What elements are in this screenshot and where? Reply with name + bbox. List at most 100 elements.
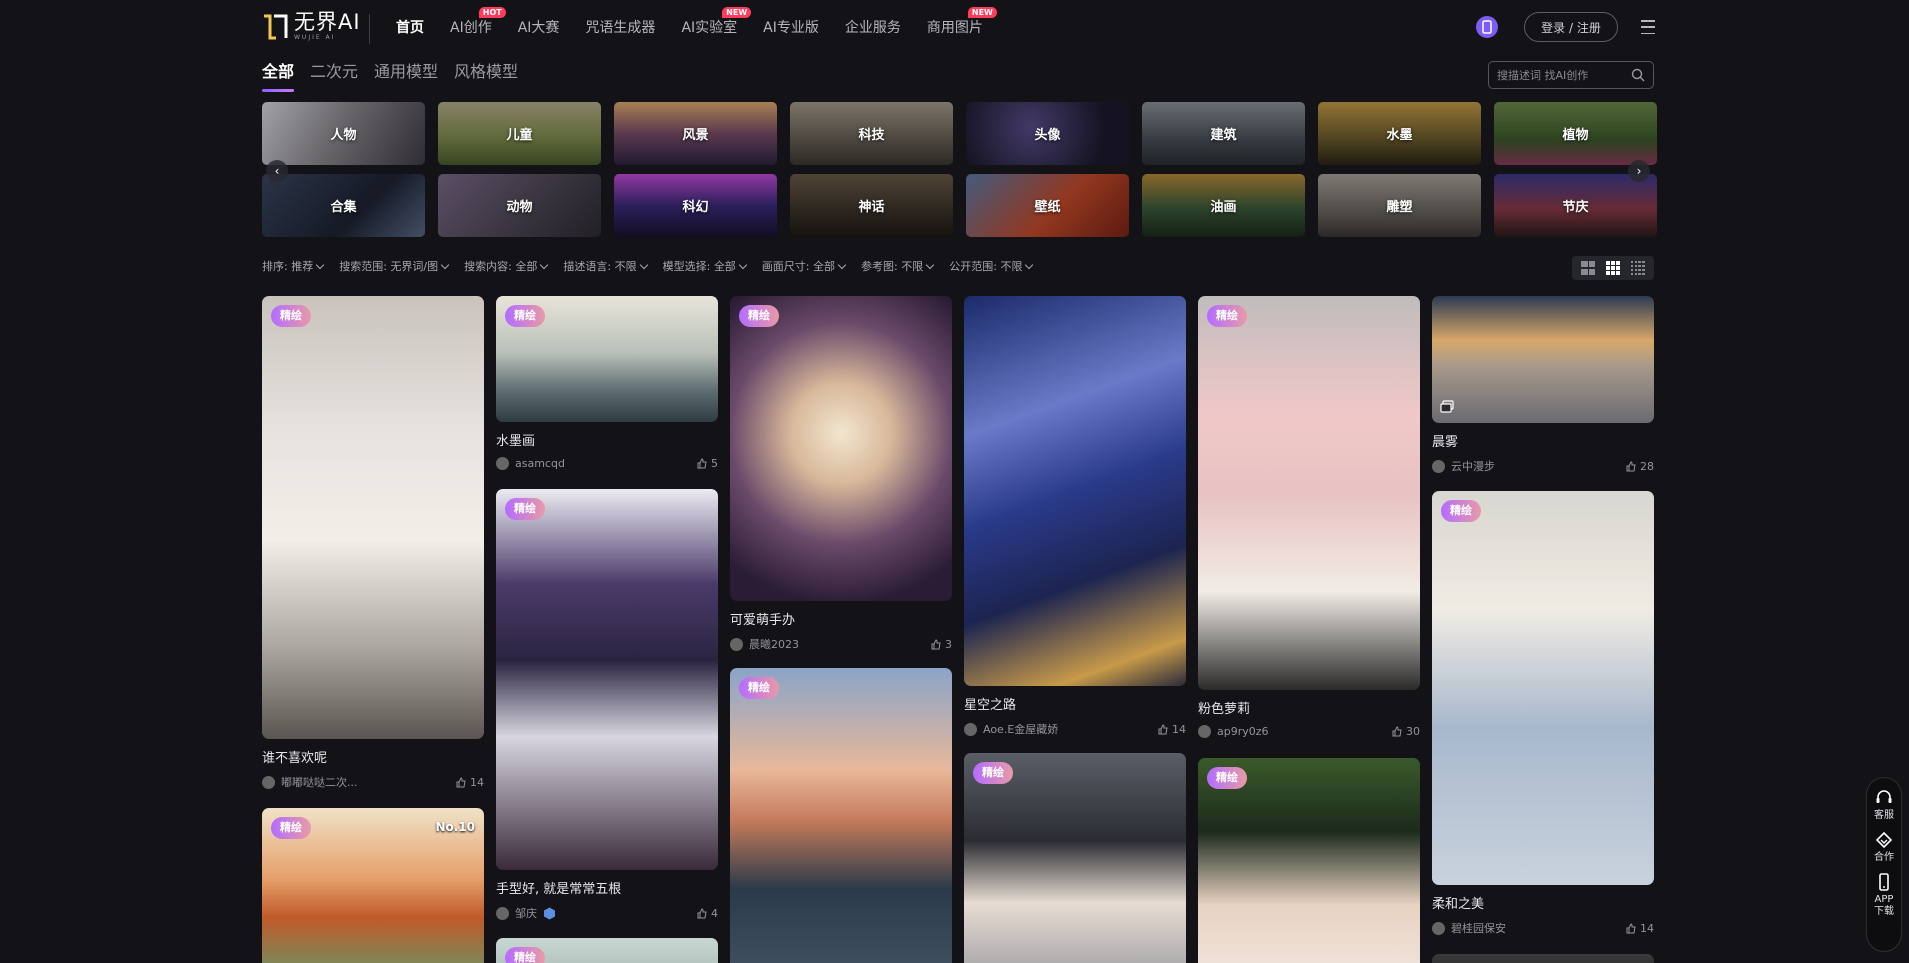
card-image[interactable]: 精绘 (496, 296, 718, 422)
like-icon[interactable] (1392, 726, 1402, 737)
theme-tile[interactable]: 水墨 (1318, 102, 1481, 165)
avatar[interactable] (496, 457, 509, 470)
tab-style-model[interactable]: 风格模型 (454, 58, 518, 92)
like-icon[interactable] (697, 907, 707, 919)
mobile-app-button[interactable] (1476, 16, 1498, 38)
card-image[interactable]: 精绘 (1198, 296, 1420, 690)
card-image[interactable] (964, 296, 1186, 686)
like-icon[interactable] (1158, 723, 1168, 735)
image-card[interactable]: 精绘 粉色萝莉 ap9ry0z6 30 (1198, 296, 1420, 738)
author-name[interactable]: 晨曦2023 (749, 636, 799, 652)
view-medium-grid-icon[interactable] (1605, 261, 1620, 275)
tiles-next-arrow[interactable]: › (1628, 160, 1650, 182)
card-title[interactable]: 柔和之美 (1432, 893, 1654, 912)
avatar[interactable] (964, 722, 977, 736)
card-title[interactable]: 可爱萌手办 (730, 609, 952, 628)
theme-tile[interactable]: 植物 (1494, 102, 1657, 165)
like-icon[interactable] (931, 638, 941, 650)
tiles-prev-arrow[interactable]: ‹ (266, 160, 288, 182)
image-card[interactable]: 晨雾 云中漫步 28 (1432, 296, 1654, 474)
avatar[interactable] (1432, 459, 1445, 473)
theme-tile[interactable]: 节庆 (1494, 174, 1657, 237)
card-image[interactable] (1432, 954, 1654, 963)
like-icon[interactable] (1626, 460, 1636, 472)
customer-service-button[interactable]: 客服 (1874, 788, 1894, 822)
author-name[interactable]: asamcqd (515, 457, 565, 470)
image-card[interactable]: 精绘 水墨画 asamcqd 5 (496, 296, 718, 470)
card-title[interactable]: 星空之路 (964, 694, 1186, 713)
author-name[interactable]: 嘟嘟哒哒二次... (281, 774, 358, 790)
card-title[interactable]: 晨雾 (1432, 431, 1654, 450)
card-image[interactable]: 精绘 (496, 489, 718, 870)
like-icon[interactable] (456, 776, 466, 788)
nav-item-prompt-generator[interactable]: 咒语生成器 (585, 17, 655, 37)
logo[interactable]: 无界AI WUJIE AI (262, 12, 367, 44)
nav-item-ai-pro[interactable]: AI专业版 (763, 17, 819, 37)
image-card[interactable] (1432, 954, 1654, 963)
theme-tile[interactable]: 合集 (262, 174, 425, 237)
author-name[interactable]: 邹庆 (515, 905, 537, 921)
card-image[interactable]: 精绘 (730, 296, 952, 601)
like-icon[interactable] (697, 458, 707, 469)
theme-tile[interactable]: 建筑 (1142, 102, 1305, 165)
image-card[interactable]: 精绘 可爱萌手办 晨曦2023 3 (730, 296, 952, 652)
search-input[interactable] (1497, 68, 1627, 82)
image-card[interactable]: 精绘 手型好, 就是常常五根 邹庆 4 (496, 489, 718, 921)
card-image[interactable]: 精绘 (964, 753, 1186, 963)
image-card[interactable]: 精绘 谁不喜欢呢 嘟嘟哒哒二次... 14 (262, 296, 484, 790)
card-image[interactable]: 精绘 No.10 (262, 808, 484, 963)
theme-tile[interactable]: 壁纸 (966, 174, 1129, 237)
card-title[interactable]: 粉色萝莉 (1198, 698, 1420, 717)
avatar[interactable] (730, 637, 743, 651)
nav-item-ai-create[interactable]: AI创作 HOT (450, 7, 506, 37)
theme-tile[interactable]: 油画 (1142, 174, 1305, 237)
theme-tile[interactable]: 神话 (790, 174, 953, 237)
image-card[interactable]: 精绘 (1198, 758, 1420, 963)
filter-sort[interactable]: 排序: 推荐 (262, 258, 325, 274)
view-large-grid-icon[interactable] (1581, 261, 1596, 275)
tab-anime[interactable]: 二次元 (310, 58, 358, 92)
card-title[interactable]: 水墨画 (496, 430, 718, 449)
theme-tile[interactable]: 头像 (966, 102, 1129, 165)
like-icon[interactable] (1626, 922, 1636, 934)
nav-item-commercial-images[interactable]: 商用图片 NEW (927, 7, 997, 37)
theme-tile[interactable]: 科技 (790, 102, 953, 165)
card-image[interactable]: 精绘 (730, 668, 952, 963)
filter-search-content[interactable]: 搜索内容: 全部 (464, 258, 549, 274)
nav-item-enterprise[interactable]: 企业服务 (845, 17, 901, 37)
filter-reference[interactable]: 参考图: 不限 (861, 258, 935, 274)
theme-tile[interactable]: 科幻 (614, 174, 777, 237)
tab-all[interactable]: 全部 (262, 58, 295, 92)
image-card[interactable]: 星空之路 Aoe.E金屋藏娇 14 (964, 296, 1186, 737)
view-small-grid-icon[interactable] (1630, 261, 1645, 275)
avatar[interactable] (1198, 725, 1211, 738)
tab-general-model[interactable]: 通用模型 (374, 58, 438, 92)
theme-tile[interactable]: 风景 (614, 102, 777, 165)
card-image[interactable]: 精绘 (1432, 491, 1654, 885)
image-card[interactable]: 精绘 (964, 753, 1186, 963)
author-name[interactable]: ap9ry0z6 (1217, 725, 1269, 738)
nav-item-ai-contest[interactable]: AI大赛 (518, 17, 560, 37)
filter-model[interactable]: 模型选择: 全部 (663, 258, 748, 274)
theme-tile[interactable]: 雕塑 (1318, 174, 1481, 237)
theme-tile[interactable]: 儿童 (438, 102, 601, 165)
filter-size[interactable]: 画面尺寸: 全部 (762, 258, 847, 274)
app-download-button[interactable]: APP 下载 (1874, 872, 1894, 918)
card-title[interactable]: 谁不喜欢呢 (262, 747, 484, 766)
image-card[interactable]: 精绘 (730, 668, 952, 963)
avatar[interactable] (262, 775, 275, 789)
filter-language[interactable]: 描述语言: 不限 (563, 258, 648, 274)
author-name[interactable]: Aoe.E金屋藏娇 (983, 721, 1058, 737)
filter-visibility[interactable]: 公开范围: 不限 (949, 258, 1034, 274)
card-image[interactable]: 精绘 (1198, 758, 1420, 963)
login-register-button[interactable]: 登录 / 注册 (1524, 12, 1618, 42)
image-card[interactable]: 精绘 No.10 (262, 808, 484, 963)
image-card[interactable]: 精绘 柔和之美 碧桂园保安 14 (1432, 491, 1654, 936)
nav-item-ai-lab[interactable]: AI实验室 NEW (681, 7, 752, 37)
card-image[interactable]: 精绘 (262, 296, 484, 739)
theme-tile[interactable]: 人物 (262, 102, 425, 165)
filter-search-scope[interactable]: 搜索范围: 无界词/图 (339, 258, 450, 274)
nav-item-home[interactable]: 首页 (396, 17, 424, 37)
search-icon[interactable] (1631, 68, 1645, 82)
author-name[interactable]: 碧桂园保安 (1451, 920, 1506, 936)
